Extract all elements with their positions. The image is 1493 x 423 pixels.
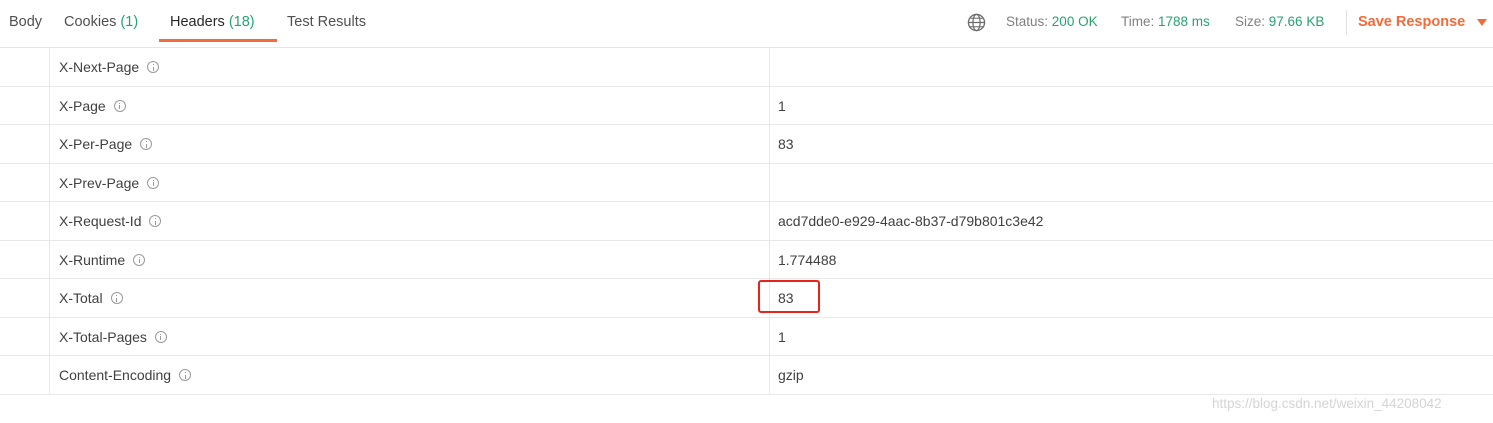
row-gutter [0, 125, 50, 163]
tab-cookies[interactable]: Cookies (1) [64, 0, 138, 44]
info-icon[interactable] [147, 176, 160, 189]
status-readout: Status: 200 OK [1006, 0, 1098, 44]
toolbar-divider [1346, 10, 1347, 35]
header-value-cell: 1 [770, 318, 1493, 356]
info-icon[interactable] [147, 61, 160, 73]
tab-headers-label: Headers [170, 14, 225, 30]
row-gutter [0, 48, 50, 86]
save-response-button[interactable]: Save Response [1358, 0, 1465, 44]
header-key: X-Total-Pages [59, 318, 167, 356]
time-readout: Time: 1788 ms [1121, 0, 1210, 44]
header-key-cell: X-Total-Pages [50, 317, 770, 356]
watermark: https://blog.csdn.net/weixin_44208042 [1212, 396, 1442, 411]
caret-down-icon[interactable] [1477, 19, 1487, 26]
header-key-text: X-Prev-Page [59, 174, 140, 191]
tab-body-label: Body [9, 14, 43, 30]
info-icon[interactable] [179, 369, 192, 381]
header-key-text: X-Next-Page [59, 59, 140, 75]
row-gutter [0, 202, 50, 240]
info-icon[interactable] [113, 99, 126, 112]
header-row: X-Next-Page [0, 48, 1493, 87]
header-row: X-Per-Page 83 [0, 125, 1493, 164]
headers-table: X-Next-Page X-Page 1 X-Per-Page 83 X-Pre… [0, 48, 1493, 395]
header-value-cell: acd7dde0-e929-4aac-8b37-d79b801c3e42 [770, 202, 1493, 240]
header-key-cell: X-Prev-Page [50, 163, 770, 202]
header-row: X-Request-Id acd7dde0-e929-4aac-8b37-d79… [0, 202, 1493, 241]
header-key: Content-Encoding [59, 356, 192, 394]
header-value-cell: 1 [770, 87, 1493, 125]
status-label: Status: [1006, 14, 1049, 29]
tab-body[interactable]: Body [9, 0, 42, 44]
row-gutter [0, 240, 50, 278]
header-row: X-Prev-Page [0, 163, 1493, 202]
header-value: 1 [778, 97, 786, 114]
header-key-text: X-Total-Pages [59, 328, 147, 345]
info-icon[interactable] [154, 330, 167, 343]
header-key: X-Page [59, 87, 126, 125]
header-row: X-Total-Pages 1 [0, 317, 1493, 356]
response-toolbar: Body Cookies (1) Headers (18) Test Resul… [0, 0, 1493, 48]
header-key: X-Per-Page [59, 125, 153, 163]
header-value-cell: 83 [770, 279, 1493, 317]
header-key: X-Total [59, 279, 123, 317]
header-key-cell: X-Next-Page [50, 48, 770, 86]
header-value-cell: gzip [770, 356, 1493, 394]
header-row: X-Runtime 1.774488 [0, 240, 1493, 279]
header-key-text: X-Runtime [59, 251, 126, 268]
header-value: 83 [778, 136, 794, 152]
header-value: 1.774488 [778, 251, 837, 268]
header-key: X-Request-Id [59, 202, 162, 240]
info-icon[interactable] [133, 253, 146, 266]
header-key-text: X-Per-Page [59, 136, 133, 152]
time-label: Time: [1121, 14, 1155, 29]
header-value-cell: 83 [770, 125, 1493, 163]
size-label: Size: [1235, 14, 1266, 29]
header-key-text: X-Request-Id [59, 213, 142, 229]
header-key: X-Next-Page [59, 48, 160, 86]
active-tab-indicator [159, 39, 277, 42]
tab-test-results[interactable]: Test Results [287, 0, 366, 44]
header-row: X-Page 1 [0, 86, 1493, 125]
header-key-cell: X-Page [50, 86, 770, 125]
header-value: 1 [778, 328, 786, 345]
header-key-cell: X-Request-Id [50, 202, 770, 240]
info-icon[interactable] [149, 215, 162, 227]
header-key-cell: Content-Encoding [50, 356, 770, 394]
tab-cookies-label: Cookies [64, 14, 117, 30]
header-key-cell: X-Per-Page [50, 125, 770, 163]
header-value-cell: 1.774488 [770, 241, 1493, 279]
header-key: X-Runtime [59, 241, 146, 279]
row-gutter [0, 317, 50, 355]
row-gutter [0, 356, 50, 394]
tab-test-results-label: Test Results [287, 14, 366, 30]
header-value: acd7dde0-e929-4aac-8b37-d79b801c3e42 [778, 213, 1044, 229]
header-row: Content-Encoding gzip [0, 356, 1493, 395]
row-gutter [0, 163, 50, 201]
header-key-cell: X-Total [50, 279, 770, 317]
header-row: X-Total 83 [0, 279, 1493, 318]
header-key-text: Content-Encoding [59, 367, 172, 383]
tab-headers[interactable]: Headers (18) [170, 0, 255, 44]
header-key-text: X-Total [59, 290, 103, 306]
header-key: X-Prev-Page [59, 164, 160, 202]
header-key-text: X-Page [59, 97, 106, 114]
header-value-cell [770, 48, 1493, 86]
info-icon[interactable] [110, 292, 123, 304]
globe-icon[interactable] [967, 13, 986, 32]
tab-cookies-count: (1) [120, 14, 139, 30]
header-key-cell: X-Runtime [50, 240, 770, 279]
row-gutter [0, 279, 50, 317]
size-value: 97.66 KB [1268, 14, 1325, 29]
size-readout: Size: 97.66 KB [1235, 0, 1324, 44]
header-value: gzip [778, 367, 804, 383]
row-gutter [0, 86, 50, 124]
header-value: 83 [778, 290, 794, 306]
header-value-cell [770, 164, 1493, 202]
status-value: 200 OK [1051, 14, 1098, 29]
tab-headers-count: (18) [228, 14, 255, 30]
time-value: 1788 ms [1158, 14, 1210, 29]
info-icon[interactable] [140, 138, 153, 150]
